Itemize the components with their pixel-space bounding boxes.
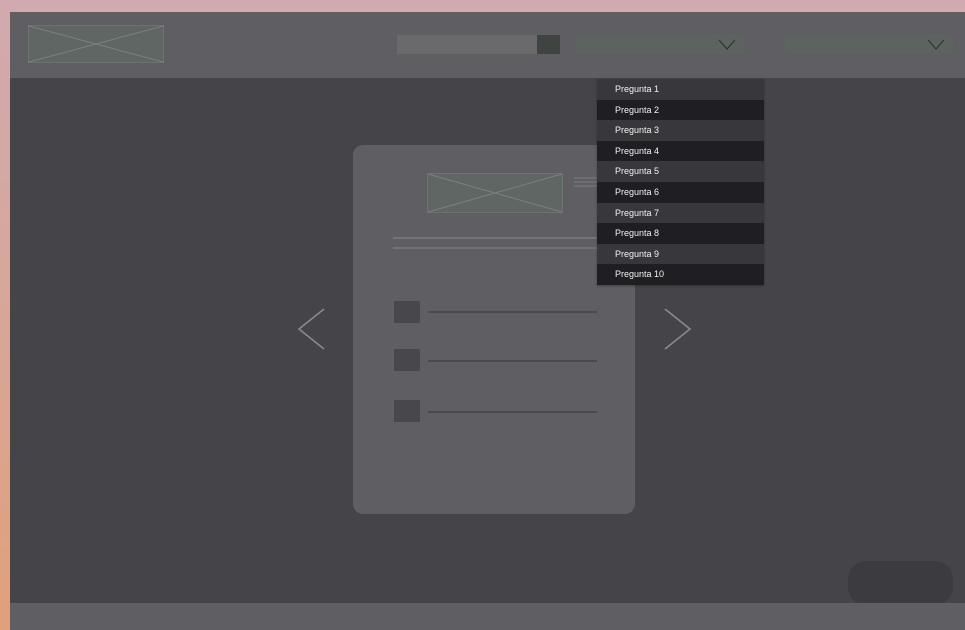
answer-line-3 [428, 411, 597, 413]
search-input[interactable] [397, 35, 560, 54]
answer-checkbox-1-icon[interactable] [394, 301, 420, 323]
answer-line-1 [428, 311, 597, 313]
logo-image-placeholder-icon[interactable] [28, 25, 164, 63]
answer-line-2 [428, 360, 597, 362]
dropdown-item-pregunta-3[interactable]: Pregunta 3 [597, 120, 764, 141]
next-arrow-icon[interactable] [659, 308, 693, 350]
dropdown-item-pregunta-5[interactable]: Pregunta 5 [597, 161, 764, 182]
question-image-placeholder-icon [427, 173, 563, 213]
prev-arrow-icon[interactable] [296, 308, 330, 350]
dropdown-item-pregunta-10[interactable]: Pregunta 10 [597, 264, 764, 285]
answer-checkbox-3-icon[interactable] [394, 400, 420, 422]
dropdown-item-pregunta-9[interactable]: Pregunta 9 [597, 243, 764, 265]
answer-checkbox-2-icon[interactable] [394, 349, 420, 371]
search-button[interactable] [537, 35, 560, 54]
floating-action-button[interactable] [848, 561, 953, 605]
app-frame: Pregunta 1 Pregunta 2 Pregunta 3 Pregunt… [10, 12, 965, 630]
secondary-select[interactable] [785, 35, 953, 54]
dropdown-item-pregunta-2[interactable]: Pregunta 2 [597, 99, 764, 121]
dropdown-item-pregunta-1[interactable]: Pregunta 1 [597, 79, 764, 100]
dropdown-item-pregunta-7[interactable]: Pregunta 7 [597, 202, 764, 224]
question-dropdown-menu: Pregunta 1 Pregunta 2 Pregunta 3 Pregunt… [597, 79, 764, 285]
dropdown-item-pregunta-8[interactable]: Pregunta 8 [597, 223, 764, 244]
question-select[interactable] [576, 35, 744, 54]
footer-bar [10, 603, 965, 630]
chevron-down-icon [927, 39, 945, 50]
header-bar [10, 12, 965, 78]
dropdown-item-pregunta-4[interactable]: Pregunta 4 [597, 140, 764, 162]
question-card [353, 145, 635, 514]
dropdown-item-pregunta-6[interactable]: Pregunta 6 [597, 181, 764, 203]
chevron-down-icon [718, 39, 736, 50]
